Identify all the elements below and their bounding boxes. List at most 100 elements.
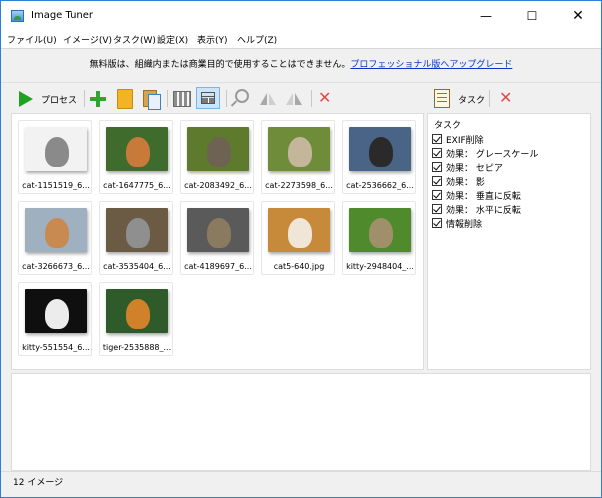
thumbnail-image xyxy=(25,289,87,333)
menu-image[interactable]: イメージ(V) xyxy=(63,33,112,46)
thumbnail-label: cat-2536662_6... xyxy=(346,181,414,190)
notice-text: 無料版は、組織内または商業目的で使用することはできません。 xyxy=(89,60,351,70)
title-bar[interactable]: Image Tuner — ☐ ✕ xyxy=(1,1,601,31)
task-label: 効果： グレースケール xyxy=(446,150,539,160)
task-checkbox[interactable] xyxy=(432,134,442,144)
menu-file[interactable]: ファイル(U) xyxy=(7,33,57,46)
thumbnail-subject xyxy=(369,218,393,248)
image-thumbnail[interactable]: cat-3535404_6... xyxy=(99,201,173,275)
thumbnail-subject xyxy=(126,299,150,329)
thumbnail-label: cat-1151519_6... xyxy=(22,181,90,190)
task-button[interactable]: タスク xyxy=(458,93,485,106)
thumbnail-subject xyxy=(288,137,312,167)
thumbnail-label: tiger-2535888_... xyxy=(102,343,172,352)
image-thumbnail[interactable]: kitty-551554_6... xyxy=(18,282,92,356)
window-title: Image Tuner xyxy=(31,10,94,21)
task-delete-icon[interactable]: ✕ xyxy=(499,87,512,109)
task-label: 効果： 影 xyxy=(446,178,485,188)
maximize-button[interactable]: ☐ xyxy=(509,1,555,31)
thumbnail-label: cat-4189697_6... xyxy=(184,262,252,271)
upgrade-link[interactable]: プロフェッショナル版へアップグレード xyxy=(350,60,512,70)
task-checkbox[interactable] xyxy=(432,176,442,186)
thumbnail-label: cat-2083492_6... xyxy=(184,181,252,190)
delete-icon[interactable]: ✕ xyxy=(318,87,331,109)
thumbnail-subject xyxy=(369,137,393,167)
thumbnail-subject xyxy=(288,218,312,248)
task-checkbox[interactable] xyxy=(432,204,442,214)
thumbnail-image xyxy=(268,127,330,171)
toolbar-separator xyxy=(489,90,490,107)
add-image-icon[interactable] xyxy=(89,90,107,108)
thumbnail-image xyxy=(25,208,87,252)
image-thumbnail[interactable]: cat-1647775_6... xyxy=(99,120,173,194)
toolbar-separator xyxy=(167,90,168,107)
task-label: 効果： セピア xyxy=(446,164,503,174)
thumbnail-view-icon xyxy=(201,92,215,104)
thumbnail-subject xyxy=(207,218,231,248)
image-thumbnail[interactable]: cat-2273598_6... xyxy=(261,120,335,194)
image-thumbnail[interactable]: cat-1151519_6... xyxy=(18,120,92,194)
task-label: 効果： 水平に反転 xyxy=(446,206,521,216)
task-checkbox[interactable] xyxy=(432,218,442,228)
flip-vertical-icon[interactable] xyxy=(259,91,277,107)
menu-help[interactable]: ヘルプ(Z) xyxy=(237,33,277,46)
thumbnail-image xyxy=(25,127,87,171)
close-button[interactable]: ✕ xyxy=(555,1,601,31)
thumbnail-label: cat-3266673_6... xyxy=(22,262,90,271)
task-checkbox[interactable] xyxy=(432,162,442,172)
task-label: 効果： 垂直に反転 xyxy=(446,192,521,202)
task-label: EXIF削除 xyxy=(446,136,484,146)
task-checkbox[interactable] xyxy=(432,148,442,158)
zoom-icon[interactable] xyxy=(232,89,249,107)
image-thumbnail[interactable]: cat-2536662_6... xyxy=(342,120,416,194)
image-list-pane: cat-1151519_6... cat-1647775_6... cat-2083… xyxy=(11,113,424,370)
image-count: 12 イメージ xyxy=(13,478,64,488)
process-button[interactable]: プロセス xyxy=(41,93,77,106)
menu-settings[interactable]: 設定(X) xyxy=(157,33,188,46)
thumbnail-label: cat-3535404_6... xyxy=(103,262,171,271)
free-version-notice: 無料版は、組織内または商業目的で使用することはできません。プロフェッショナル版へ… xyxy=(1,48,601,82)
open-folder-icon[interactable] xyxy=(117,89,133,109)
thumbnail-label: kitty-2948404_... xyxy=(346,262,414,271)
thumbnail-image xyxy=(106,208,168,252)
thumbnail-image xyxy=(187,127,249,171)
image-thumbnail[interactable]: tiger-2535888_... xyxy=(99,282,173,356)
menu-bar: ファイル(U) イメージ(V) タスク(W) 設定(X) 表示(Y) ヘルプ(Z… xyxy=(1,31,601,48)
thumbnail-image xyxy=(106,127,168,171)
menu-view[interactable]: 表示(Y) xyxy=(197,33,228,46)
thumbnail-subject xyxy=(45,137,69,167)
image-thumbnail[interactable]: cat5-640.jpg xyxy=(261,201,335,275)
log-pane xyxy=(11,373,591,471)
thumbnail-image xyxy=(106,289,168,333)
flip-horizontal-icon[interactable] xyxy=(285,91,303,107)
thumbnail-image xyxy=(349,208,411,252)
menu-task[interactable]: タスク(W) xyxy=(113,33,156,46)
minimize-button[interactable]: — xyxy=(463,1,509,31)
image-thumbnail[interactable]: cat-2083492_6... xyxy=(180,120,254,194)
image-thumbnail[interactable]: kitty-2948404_... xyxy=(342,201,416,275)
thumbnail-label: cat5-640.jpg xyxy=(273,262,325,271)
toolbar-separator xyxy=(84,90,85,107)
image-thumbnail[interactable]: cat-3266673_6... xyxy=(18,201,92,275)
thumbnail-view-button[interactable] xyxy=(196,87,220,109)
task-list-icon[interactable] xyxy=(434,89,450,108)
detail-view-icon[interactable] xyxy=(173,91,191,107)
task-label: 情報削除 xyxy=(446,220,483,230)
thumbnail-subject xyxy=(126,137,150,167)
toolbar-separator xyxy=(226,90,227,107)
thumbnail-image xyxy=(349,127,411,171)
toolbar-separator xyxy=(311,90,312,107)
paste-icon[interactable] xyxy=(143,89,161,110)
task-pane-title: タスク xyxy=(434,121,462,131)
thumbnail-label: cat-1647775_6... xyxy=(103,181,171,190)
task-checkbox[interactable] xyxy=(432,190,442,200)
thumbnail-subject xyxy=(45,218,69,248)
frame-right xyxy=(591,113,601,471)
toolbar: プロセス ✕ タスク ✕ xyxy=(1,82,601,113)
thumbnail-subject xyxy=(45,299,69,329)
app-icon xyxy=(11,10,24,22)
thumbnail-image xyxy=(187,208,249,252)
image-thumbnail[interactable]: cat-4189697_6... xyxy=(180,201,254,275)
main-window: Image Tuner — ☐ ✕ ファイル(U) イメージ(V) タスク(W)… xyxy=(0,0,602,498)
play-icon[interactable] xyxy=(19,91,33,107)
